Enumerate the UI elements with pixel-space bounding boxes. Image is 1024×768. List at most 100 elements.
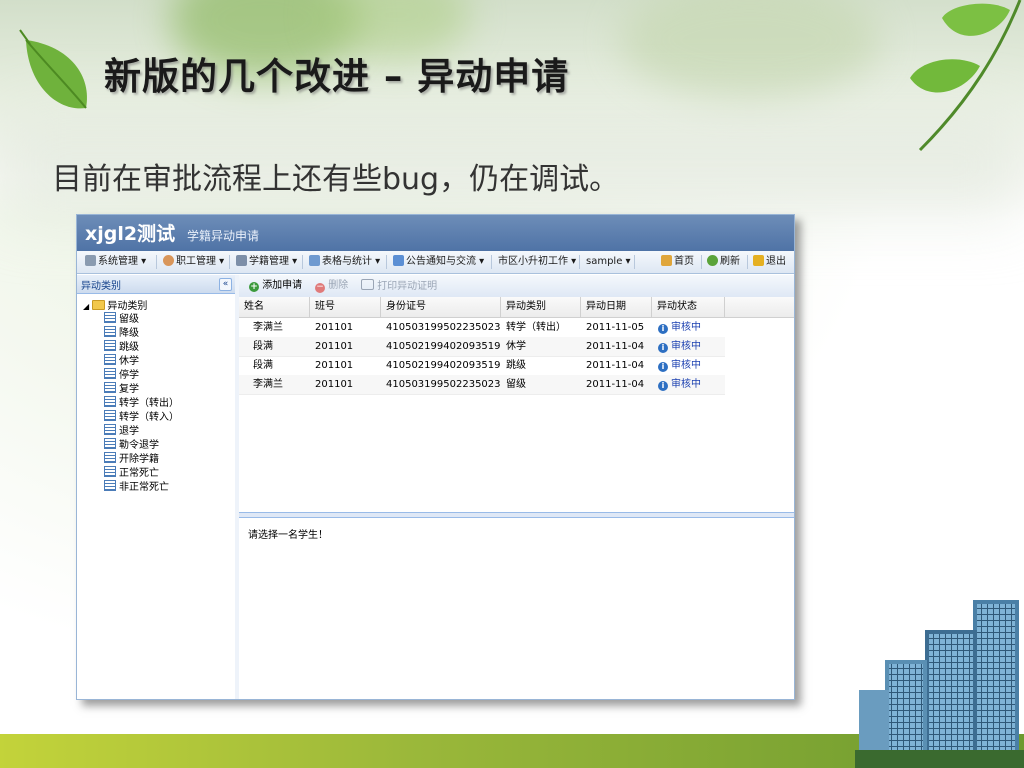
column-header-type[interactable]: 异动类别 [501,297,581,317]
refresh-icon [707,255,718,266]
home-button[interactable]: 首页 [661,254,694,270]
menu-tables[interactable]: 表格与统计 ▾ [309,254,380,270]
menu-label: 公告通知与交流 ▾ [406,256,485,267]
tree-item-label: 停学 [119,370,139,381]
delete-button[interactable]: − 删除 [315,279,348,293]
printer-icon [361,279,374,290]
list-icon [104,326,116,337]
student-icon [236,255,247,266]
tree-root-node[interactable]: ◢ 异动类别 [83,297,147,312]
detail-message: 请选择一名学生！ [248,530,328,541]
cell-type: 留级 [506,379,526,390]
cell-class: 201101 [315,379,354,390]
table-icon [309,255,320,266]
menu-enrollment[interactable]: 市区小升初工作 ▾ [498,254,576,270]
list-icon [104,452,116,463]
user-icon [163,255,174,266]
info-icon: i [658,381,668,391]
table-row[interactable]: 段满 201101 410502199402093519 休学 2011-11-… [239,337,725,357]
column-header-name[interactable]: 姓名 [239,297,310,317]
column-header-id[interactable]: 身份证号 [381,297,501,317]
tree-item[interactable]: 正常死亡 [104,466,159,479]
category-panel: 异动类别 « ◢ 异动类别 留级 降级 跳级 休学 停学 复学 转学（转出） 转… [77,275,236,699]
category-panel-title: 异动类别 [81,281,121,292]
menu-label: 退出 [766,256,786,267]
tree-item-label: 勒令退学 [119,440,159,451]
menu-system[interactable]: 系统管理 ▾ [85,254,146,270]
list-icon [104,438,116,449]
tree-item-label: 复学 [119,384,139,395]
list-icon [104,480,116,491]
status-text: 审核中 [671,379,701,390]
tree-root-label: 异动类别 [107,301,148,312]
list-icon [104,340,116,351]
column-header-date[interactable]: 异动日期 [581,297,652,317]
notice-icon [393,255,404,266]
tree-item[interactable]: 非正常死亡 [104,480,169,493]
app-window: xjgl2测试 学籍异动申请 系统管理 ▾ 职工管理 ▾ 学籍管理 ▾ 表格与统… [76,214,795,700]
menu-sample[interactable]: sample ▾ [586,254,631,270]
list-icon [104,312,116,323]
print-certificate-button[interactable]: 打印异动证明 [361,279,437,294]
collapse-panel-button[interactable]: « [219,278,232,291]
tree-item-label: 休学 [119,356,139,367]
cell-date: 2011-11-04 [586,360,645,371]
print-certificate-label: 打印异动证明 [377,281,438,292]
tree-item-label: 降级 [119,328,139,339]
menu-separator [302,255,303,269]
cell-status: i 审核中 [658,337,701,356]
cell-class: 201101 [315,341,354,352]
menu-label: 表格与统计 ▾ [322,256,381,267]
menu-staff[interactable]: 职工管理 ▾ [163,254,224,270]
tree-item[interactable]: 休学 [104,354,139,367]
cell-status: i 审核中 [658,318,701,337]
tree-item[interactable]: 退学 [104,424,139,437]
slide-subtitle: 目前在审批流程上还有些bug，仍在调试。 [52,162,620,197]
menu-label: 市区小升初工作 ▾ [498,256,577,267]
column-header-status[interactable]: 异动状态 [652,297,725,317]
grid-header: 姓名 班号 身份证号 异动类别 异动日期 异动状态 [239,297,794,318]
plus-circle-icon: + [249,282,259,292]
tree-item-label: 开除学籍 [119,454,159,465]
cell-id: 410502199402093519 [386,341,501,352]
menu-separator [747,255,748,269]
menu-notice[interactable]: 公告通知与交流 ▾ [393,254,484,270]
menu-label: 首页 [674,256,694,267]
list-icon [104,410,116,421]
refresh-button[interactable]: 刷新 [707,254,740,270]
cell-id: 410503199502235023 [386,379,501,390]
cell-class: 201101 [315,322,354,333]
cell-name: 李满兰 [253,379,283,390]
add-application-button[interactable]: + 添加申请 [249,279,302,293]
tree-item[interactable]: 复学 [104,382,139,395]
tree-item[interactable]: 转学（转入） [104,410,179,423]
delete-label: 删除 [328,280,349,291]
cell-status: i 审核中 [658,356,701,375]
cell-name: 段满 [253,341,273,352]
list-icon [104,396,116,407]
tree-item[interactable]: 开除学籍 [104,452,159,465]
tree-item[interactable]: 勒令退学 [104,438,159,451]
exit-button[interactable]: 退出 [753,254,786,270]
tree-item-label: 正常死亡 [119,468,159,479]
tree-item[interactable]: 跳级 [104,340,139,353]
menu-label: sample ▾ [586,256,631,267]
table-row[interactable]: 李满兰 201101 410503199502235023 转学（转出） 201… [239,318,725,338]
app-header: xjgl2测试 学籍异动申请 [77,215,794,251]
cell-type: 转学（转出） [506,322,566,333]
info-icon: i [658,324,668,334]
column-header-class[interactable]: 班号 [310,297,381,317]
tree-item[interactable]: 降级 [104,326,139,339]
app-subtitle: 学籍异动申请 [187,229,260,243]
cell-name: 李满兰 [253,322,283,333]
menu-label: 系统管理 ▾ [98,256,147,267]
tree-item[interactable]: 留级 [104,312,139,325]
application-panel: + 添加申请 − 删除 打印异动证明 姓名 班号 身份证号 异动类别 异动日期 … [239,275,794,699]
tree-item[interactable]: 停学 [104,368,139,381]
tree-item[interactable]: 转学（转出） [104,396,179,409]
table-row[interactable]: 李满兰 201101 410503199502235023 留级 2011-11… [239,375,725,395]
cell-id: 410502199402093519 [386,360,501,371]
table-row[interactable]: 段满 201101 410502199402093519 跳级 2011-11-… [239,356,725,376]
cell-status: i 审核中 [658,375,701,394]
menu-student[interactable]: 学籍管理 ▾ [236,254,297,270]
